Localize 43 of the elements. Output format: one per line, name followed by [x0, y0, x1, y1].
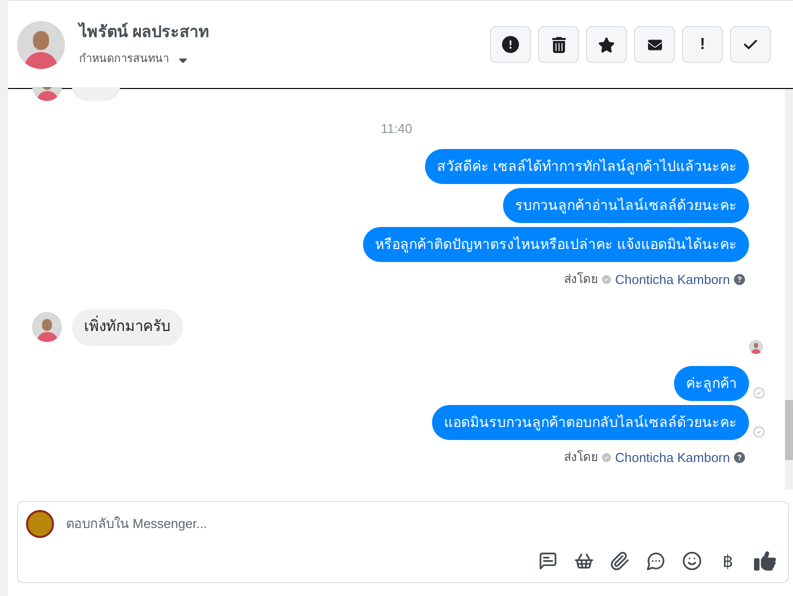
sent-check-icon — [753, 386, 765, 398]
chat-button[interactable] — [646, 551, 666, 572]
check-button[interactable] — [730, 26, 771, 63]
check-icon — [743, 37, 758, 52]
mail-icon — [646, 38, 662, 52]
verified-icon — [602, 452, 612, 462]
help-icon — [734, 274, 745, 285]
sent-check-icon — [753, 426, 765, 438]
timestamp: 11:40 — [380, 120, 412, 138]
message-bubble: รบกวนลูกค้าอ่านไลน์เซลล์ด้วยนะคะ — [503, 188, 749, 222]
attach-button[interactable] — [610, 551, 630, 572]
sender-link[interactable]: Chonticha Kamborn — [615, 448, 730, 467]
emoji-button[interactable] — [682, 551, 702, 572]
sent-by-label: ส่งโดย — [564, 271, 598, 288]
trash-icon — [552, 36, 566, 52]
message-bubble: ค่ะลูกค้า — [674, 366, 749, 400]
scrollbar[interactable] — [785, 89, 793, 490]
message-bubble: สวัสดีค่ะ เซลล์ได้ทำการทักไลน์ลูกค้าไปแล้วนะคะ — [425, 148, 749, 184]
help-icon — [734, 452, 745, 463]
trash-button[interactable] — [538, 26, 579, 63]
alert-icon — [502, 36, 519, 53]
message-bubble: แอดมินรบกวนลูกค้าตอบกลับไลน์เซลล์ด้วยนะคะ — [432, 404, 749, 440]
sender-link[interactable]: Chonticha Kamborn — [615, 270, 730, 289]
verified-icon — [602, 274, 612, 284]
page-avatar — [26, 510, 54, 538]
like-button[interactable] — [754, 550, 776, 572]
avatar — [32, 312, 62, 342]
contact-avatar — [17, 20, 65, 68]
alert-button[interactable] — [490, 26, 531, 63]
message-bubble: หรือลูกค้าติดปัญหาตรงไหนหรือเปล่าคะ แจ้งแอดมินได้นะคะ — [363, 226, 749, 262]
payment-button[interactable]: ฿ — [718, 548, 738, 574]
exclaim-button[interactable]: ! — [682, 26, 723, 63]
message-bubble: เพิ่งทักมาครับ — [72, 309, 183, 346]
shopping-bag-button[interactable] — [574, 551, 594, 572]
sent-by-label: ส่งโดย — [564, 449, 598, 466]
star-button[interactable] — [586, 26, 627, 63]
conversation-settings-dropdown[interactable]: กำหนดการสนทนา — [79, 51, 210, 68]
contact-name: ไพรัตน์ ผลประสาท — [79, 21, 210, 44]
star-icon — [598, 36, 615, 52]
reply-input[interactable]: ตอบกลับใน Messenger... — [66, 514, 780, 534]
mail-button[interactable] — [634, 26, 675, 63]
sticker-button[interactable] — [538, 551, 558, 572]
read-receipt-avatar — [749, 340, 763, 354]
